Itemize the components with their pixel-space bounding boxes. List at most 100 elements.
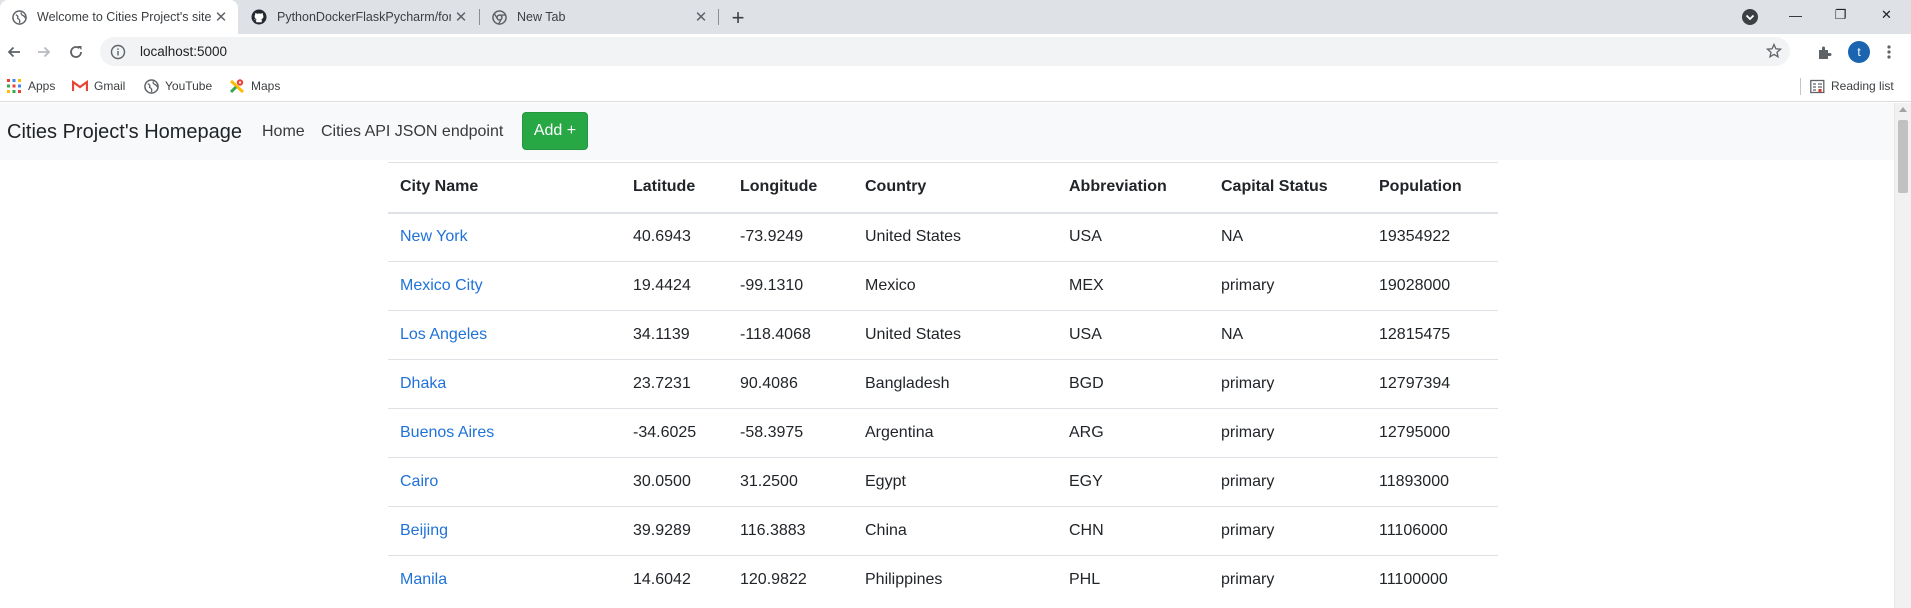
scroll-up-arrow-icon[interactable] — [1899, 107, 1907, 112]
table-row: Cairo 30.0500 31.2500 Egypt EGY primary … — [388, 457, 1498, 507]
browser-tab-strip: Welcome to Cities Project's site ✕ Pytho… — [0, 0, 1911, 34]
abbreviation-cell: EGY — [1057, 457, 1209, 507]
extensions-icon[interactable] — [1815, 42, 1835, 62]
longitude-cell: -58.3975 — [728, 408, 853, 458]
latitude-cell: 19.4424 — [621, 261, 728, 311]
abbreviation-cell: CHN — [1057, 506, 1209, 556]
maps-icon — [229, 78, 245, 94]
abbreviation-cell: BGD — [1057, 359, 1209, 409]
column-header-city-name: City Name — [388, 162, 621, 214]
tab-title: PythonDockerFlaskPycharm/form — [277, 10, 451, 24]
navbar-brand[interactable]: Cities Project's Homepage — [7, 121, 242, 144]
country-cell: United States — [853, 212, 1057, 262]
city-name-link[interactable]: Buenos Aires — [388, 408, 621, 458]
cities-table: City Name Latitude Longitude Country Abb… — [388, 162, 1498, 605]
new-tab-button[interactable]: + — [725, 5, 751, 31]
bookmark-label: Gmail — [94, 79, 126, 93]
bookmark-star-icon[interactable] — [1765, 42, 1783, 59]
city-name-link[interactable]: Dhaka — [388, 359, 621, 409]
bookmark-apps[interactable]: Apps — [6, 77, 55, 95]
country-cell: Egypt — [853, 457, 1057, 507]
country-cell: United States — [853, 310, 1057, 360]
table-row: Los Angeles 34.1139 -118.4068 United Sta… — [388, 310, 1498, 360]
city-name-link[interactable]: New York — [388, 212, 621, 262]
bookmark-maps[interactable]: Maps — [229, 77, 280, 95]
city-name-link[interactable]: Cairo — [388, 457, 621, 507]
column-header-latitude: Latitude — [621, 162, 728, 214]
browser-toolbar: localhost:5000 t — [0, 34, 1911, 70]
bookmark-label: Maps — [251, 79, 281, 93]
forward-arrow-icon — [38, 46, 51, 58]
address-bar[interactable]: localhost:5000 — [100, 37, 1790, 66]
abbreviation-cell: MEX — [1057, 261, 1209, 311]
table-row: Buenos Aires -34.6025 -58.3975 Argentina… — [388, 408, 1498, 458]
bookmark-label: YouTube — [165, 79, 213, 93]
city-name-link[interactable]: Los Angeles — [388, 310, 621, 360]
reading-list-button[interactable]: Reading list — [1809, 77, 1894, 95]
latitude-cell: 40.6943 — [621, 212, 728, 262]
table-row: Beijing 39.9289 116.3883 China CHN prima… — [388, 506, 1498, 556]
menu-kebab-icon[interactable] — [1879, 42, 1899, 62]
reload-button[interactable] — [62, 38, 90, 66]
country-cell: China — [853, 506, 1057, 556]
latitude-cell: 14.6042 — [621, 555, 728, 605]
longitude-cell: -99.1310 — [728, 261, 853, 311]
apps-grid-icon — [6, 78, 22, 94]
add-city-button[interactable]: Add + — [522, 112, 588, 150]
restore-button[interactable]: ❐ — [1818, 0, 1863, 30]
longitude-cell: 31.2500 — [728, 457, 853, 507]
abbreviation-cell: ARG — [1057, 408, 1209, 458]
forward-button[interactable] — [30, 38, 58, 66]
latitude-cell: -34.6025 — [621, 408, 728, 458]
tab-welcome[interactable]: Welcome to Cities Project's site ✕ — [0, 0, 238, 34]
table-row: Dhaka 23.7231 90.4086 Bangladesh BGD pri… — [388, 359, 1498, 409]
column-header-capital-status: Capital Status — [1209, 162, 1367, 214]
capital-status-cell: primary — [1209, 408, 1367, 458]
longitude-cell: -118.4068 — [728, 310, 853, 360]
bookmark-youtube[interactable]: YouTube — [143, 77, 212, 95]
url-text[interactable]: localhost:5000 — [140, 44, 227, 59]
tab-new-tab[interactable]: New Tab ✕ — [480, 0, 718, 34]
bookmark-gmail[interactable]: Gmail — [72, 77, 125, 95]
column-header-abbreviation: Abbreviation — [1057, 162, 1209, 214]
close-tab-icon[interactable]: ✕ — [691, 7, 711, 27]
city-name-link[interactable]: Beijing — [388, 506, 621, 556]
capital-status-cell: primary — [1209, 457, 1367, 507]
table-header-row: City Name Latitude Longitude Country Abb… — [388, 162, 1498, 214]
gmail-icon — [72, 78, 88, 94]
tab-search-icon[interactable] — [1741, 8, 1759, 26]
minimize-button[interactable]: — — [1773, 0, 1818, 30]
back-button[interactable] — [0, 38, 28, 66]
nav-link-home[interactable]: Home — [262, 123, 305, 141]
country-cell: Philippines — [853, 555, 1057, 605]
population-cell: 11106000 — [1367, 506, 1498, 556]
column-header-longitude: Longitude — [728, 162, 853, 214]
capital-status-cell: primary — [1209, 506, 1367, 556]
longitude-cell: 90.4086 — [728, 359, 853, 409]
chrome-icon — [491, 9, 507, 25]
city-name-link[interactable]: Manila — [388, 555, 621, 605]
close-tab-icon[interactable]: ✕ — [451, 7, 471, 27]
tab-separator — [718, 9, 719, 25]
nav-link-api-endpoint[interactable]: Cities API JSON endpoint — [321, 123, 503, 141]
scrollbar-thumb[interactable] — [1898, 120, 1908, 193]
profile-avatar[interactable]: t — [1848, 41, 1870, 63]
site-info-icon[interactable] — [110, 44, 126, 60]
city-name-link[interactable]: Mexico City — [388, 261, 621, 311]
abbreviation-cell: USA — [1057, 310, 1209, 360]
capital-status-cell: primary — [1209, 555, 1367, 605]
globe-icon — [11, 9, 27, 25]
population-cell: 11100000 — [1367, 555, 1498, 605]
back-arrow-icon — [7, 46, 20, 58]
population-cell: 12815475 — [1367, 310, 1498, 360]
site-navbar: Cities Project's Homepage Home Cities AP… — [0, 103, 1894, 160]
population-cell: 19354922 — [1367, 212, 1498, 262]
close-window-button[interactable]: ✕ — [1864, 0, 1909, 30]
close-tab-icon[interactable]: ✕ — [211, 7, 231, 27]
page-scrollbar[interactable] — [1894, 103, 1911, 608]
column-header-population: Population — [1367, 162, 1498, 214]
country-cell: Bangladesh — [853, 359, 1057, 409]
latitude-cell: 30.0500 — [621, 457, 728, 507]
country-cell: Mexico — [853, 261, 1057, 311]
tab-github[interactable]: PythonDockerFlaskPycharm/form ✕ — [240, 0, 478, 34]
